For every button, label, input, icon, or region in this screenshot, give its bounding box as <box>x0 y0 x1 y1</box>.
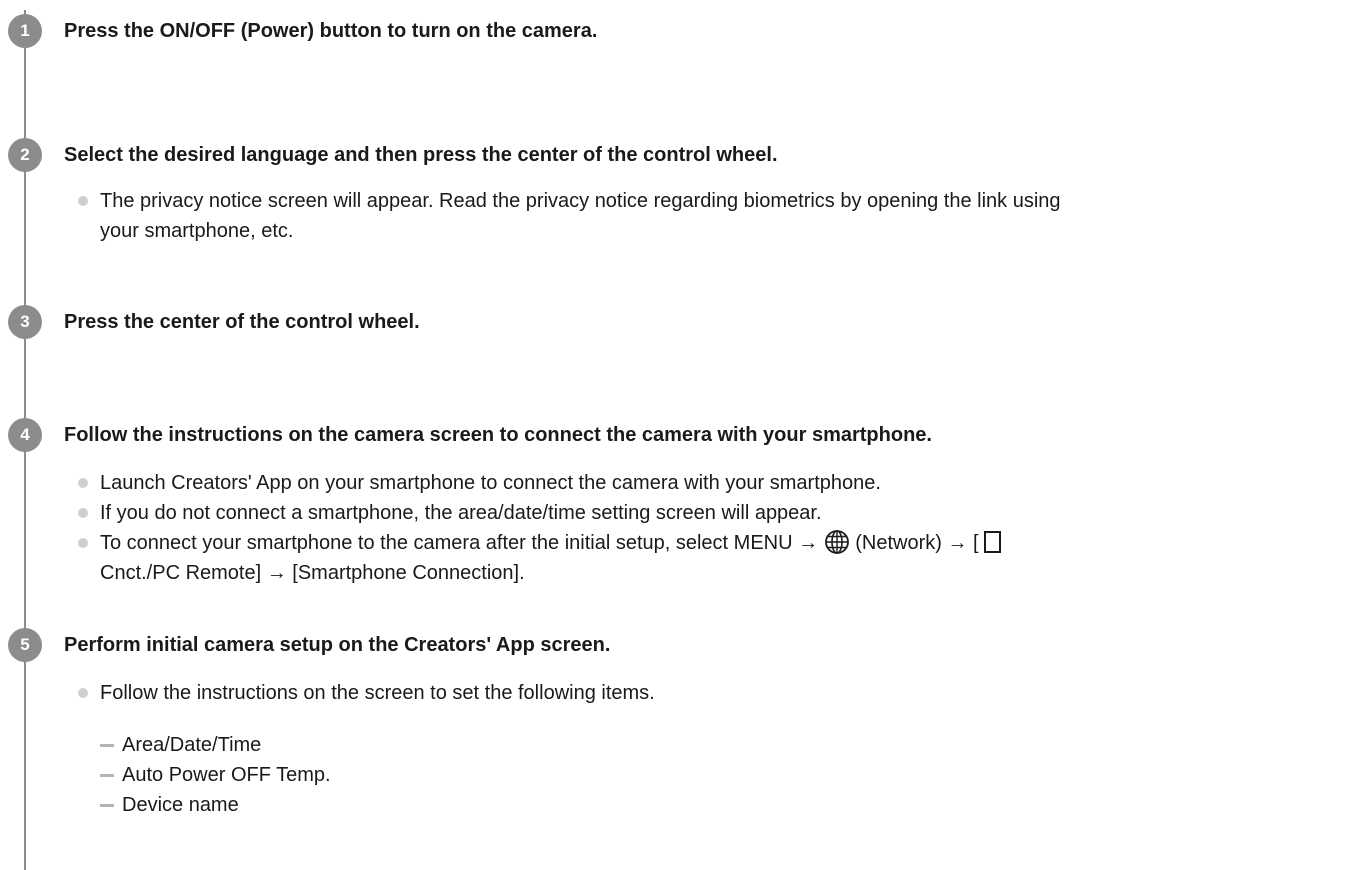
bullet-text-continued: Cnct./PC Remote] → [Smartphone Connectio… <box>100 562 525 584</box>
dash-marker-icon <box>100 774 114 777</box>
bullet-dot-icon <box>78 508 88 518</box>
step-title: Press the center of the control wheel. <box>64 311 420 333</box>
step-number-badge: 2 <box>8 138 42 172</box>
bullet-text: (Network) → [ <box>855 532 979 554</box>
smartphone-icon <box>984 530 1002 553</box>
step-title: Follow the instructions on the camera sc… <box>64 424 932 446</box>
list-item: Follow the instructions on the screen to… <box>78 678 655 708</box>
bullet-text: Launch Creators' App on your smartphone … <box>100 472 881 494</box>
bullet-dot-icon <box>78 196 88 206</box>
step-number-badge: 3 <box>8 305 42 339</box>
step-number-badge: 4 <box>8 418 42 452</box>
list-item: Auto Power OFF Temp. <box>100 760 331 790</box>
step-title: Select the desired language and then pre… <box>64 144 778 166</box>
step-number-badge: 5 <box>8 628 42 662</box>
list-item: Device name <box>100 790 331 820</box>
step-number-badge: 1 <box>8 14 42 48</box>
bullet-text: To connect your smartphone to the camera… <box>100 532 819 554</box>
bullet-text: If you do not connect a smartphone, the … <box>100 502 822 524</box>
bullet-text: The privacy notice screen will appear. R… <box>100 190 1061 212</box>
list-item: To connect your smartphone to the camera… <box>78 528 1002 588</box>
sub-item-list: Area/Date/Time Auto Power OFF Temp. Devi… <box>100 730 331 820</box>
bullet-text: Follow the instructions on the screen to… <box>100 682 655 704</box>
step-title: Press the ON/OFF (Power) button to turn … <box>64 20 598 42</box>
dash-marker-icon <box>100 804 114 807</box>
step-title: Perform initial camera setup on the Crea… <box>64 634 611 656</box>
list-item: The privacy notice screen will appear. R… <box>78 186 1061 246</box>
sub-item-text: Device name <box>122 794 239 816</box>
bullet-dot-icon <box>78 478 88 488</box>
list-item: If you do not connect a smartphone, the … <box>78 498 1001 528</box>
sub-item-text: Area/Date/Time <box>122 734 262 756</box>
dash-marker-icon <box>100 744 114 747</box>
bullet-list: Follow the instructions on the screen to… <box>78 678 655 708</box>
list-item: Area/Date/Time <box>100 730 331 760</box>
bullet-list: Launch Creators' App on your smartphone … <box>78 468 1002 588</box>
bullet-dot-icon <box>78 688 88 698</box>
globe-icon <box>824 529 849 554</box>
bullet-text-continued: your smartphone, etc. <box>100 220 294 242</box>
bullet-dot-icon <box>78 538 88 548</box>
list-item: Launch Creators' App on your smartphone … <box>78 468 1001 498</box>
bullet-list: The privacy notice screen will appear. R… <box>78 186 1061 246</box>
sub-item-text: Auto Power OFF Temp. <box>122 764 331 786</box>
